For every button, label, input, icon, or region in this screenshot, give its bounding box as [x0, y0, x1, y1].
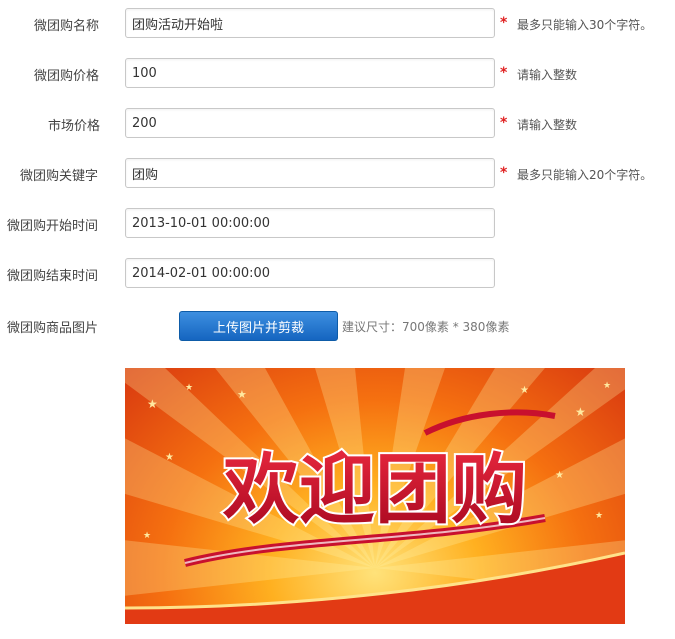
keyword-hint: 最多只能输入20个字符。	[517, 168, 653, 182]
required-mark: *	[500, 115, 508, 131]
market-price-input[interactable]	[125, 108, 495, 138]
banner-text: 欢迎团购	[222, 445, 527, 534]
price-label: 微团购价格	[34, 69, 100, 84]
svg-text:★: ★	[237, 388, 247, 401]
upload-crop-button[interactable]: 上传图片并剪裁	[179, 311, 338, 341]
svg-text:★: ★	[147, 397, 158, 411]
start-time-label: 微团购开始时间	[7, 219, 99, 234]
svg-text:★: ★	[575, 405, 586, 419]
svg-text:★: ★	[595, 511, 603, 521]
required-mark: *	[500, 165, 508, 181]
end-time-input[interactable]	[125, 258, 495, 288]
svg-text:★: ★	[555, 470, 564, 481]
form-row-start-time: 微团购开始时间	[0, 208, 675, 238]
keyword-input[interactable]	[125, 158, 495, 188]
end-time-label: 微团购结束时间	[7, 269, 99, 284]
svg-text:★: ★	[520, 385, 529, 396]
svg-text:★: ★	[165, 452, 174, 463]
name-label: 微团购名称	[34, 19, 100, 34]
welcome-banner-graphic: ★ ★ ★ ★ ★ ★ ★ ★ ★ ★ 欢迎团购	[125, 368, 625, 624]
product-image-preview: ★ ★ ★ ★ ★ ★ ★ ★ ★ ★ 欢迎团购	[125, 368, 625, 624]
svg-text:★: ★	[603, 381, 611, 391]
size-hint: 建议尺寸：700像素 * 380像素	[342, 320, 510, 334]
svg-text:★: ★	[185, 383, 193, 393]
svg-text:★: ★	[143, 531, 151, 541]
form-row-keyword: 微团购关键字 * 最多只能输入20个字符。	[0, 158, 675, 188]
start-time-input[interactable]	[125, 208, 495, 238]
price-hint: 请输入整数	[517, 68, 578, 82]
price-input[interactable]	[125, 58, 495, 88]
form-row-market-price: 市场价格 * 请输入整数	[0, 108, 675, 138]
market-price-hint: 请输入整数	[517, 118, 578, 132]
form-row-name: 微团购名称 * 最多只能输入30个字符。	[0, 8, 675, 38]
product-image-label: 微团购商品图片	[7, 321, 99, 336]
keyword-label: 微团购关键字	[20, 169, 99, 184]
market-price-label: 市场价格	[48, 119, 101, 134]
name-input[interactable]	[125, 8, 495, 38]
form-row-price: 微团购价格 * 请输入整数	[0, 58, 675, 88]
required-mark: *	[500, 65, 508, 81]
required-mark: *	[500, 15, 508, 31]
name-hint: 最多只能输入30个字符。	[517, 18, 653, 32]
form-row-end-time: 微团购结束时间	[0, 258, 675, 288]
